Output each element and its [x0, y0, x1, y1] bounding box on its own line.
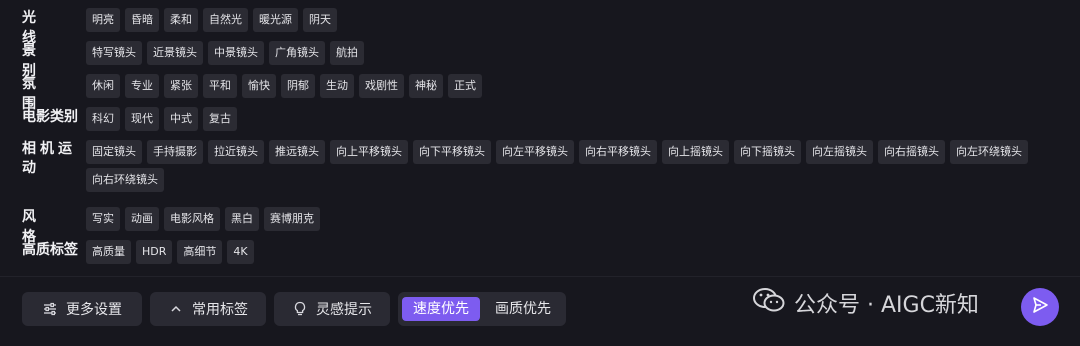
chip-casual[interactable]: 休闲 [86, 74, 120, 98]
chip-dramatic[interactable]: 戏剧性 [359, 74, 404, 98]
generation-mode-toggle: 速度优先 画质优先 [398, 292, 566, 326]
chip-zoom-in[interactable]: 拉近镜头 [208, 140, 264, 164]
lightbulb-icon [292, 301, 308, 317]
send-icon [1031, 296, 1049, 318]
chip-group-lighting: 明亮 昏暗 柔和 自然光 暖光源 阴天 [86, 8, 1056, 32]
chip-joyful[interactable]: 愉快 [242, 74, 276, 98]
chip-chinese-style[interactable]: 中式 [164, 107, 198, 131]
chip-high-detail[interactable]: 高细节 [177, 240, 223, 264]
chevron-up-icon [168, 301, 184, 317]
divider [0, 276, 1080, 277]
row-label-film-genre: 电影类别 [22, 109, 78, 125]
chip-fixed-shot[interactable]: 固定镜头 [86, 140, 142, 164]
chip-wide-angle[interactable]: 广角镜头 [269, 41, 325, 65]
chip-near-shot[interactable]: 近景镜头 [147, 41, 203, 65]
chip-overcast[interactable]: 阴天 [303, 8, 337, 32]
chip-retro[interactable]: 复古 [203, 107, 237, 131]
chip-swing-right[interactable]: 向右摇镜头 [878, 140, 945, 164]
chip-swing-left[interactable]: 向左摇镜头 [806, 140, 873, 164]
chip-animation[interactable]: 动画 [125, 207, 159, 231]
row-film-genre: 电影类别 科幻 现代 中式 复古 [22, 107, 1056, 131]
chip-cyberpunk[interactable]: 赛博朋克 [264, 207, 320, 231]
row-camera-motion: 相机运动 固定镜头 手持摄影 拉近镜头 推远镜头 向上平移镜头 向下平移镜头 向… [22, 140, 1046, 192]
chip-hdr[interactable]: HDR [136, 240, 173, 264]
chip-soft[interactable]: 柔和 [164, 8, 198, 32]
prompt-options-panel: 光 线 明亮 昏暗 柔和 自然光 暖光源 阴天 景 别 特写镜头 近景镜头 中景… [0, 0, 1080, 346]
watermark: 公众号 · AIGC新知 [752, 286, 979, 320]
inspiration-label: 灵感提示 [316, 302, 372, 318]
common-tags-label: 常用标签 [192, 302, 248, 318]
watermark-text: 公众号 · AIGC新知 [794, 293, 979, 318]
chip-scifi[interactable]: 科幻 [86, 107, 120, 131]
send-button[interactable] [1021, 288, 1059, 326]
chip-pan-down[interactable]: 向下平移镜头 [413, 140, 491, 164]
chip-group-style: 写实 动画 电影风格 黑白 赛博朋克 [86, 207, 1056, 231]
speed-first-option[interactable]: 速度优先 [402, 297, 480, 321]
chip-natural-light[interactable]: 自然光 [203, 8, 248, 32]
chip-orbit-left[interactable]: 向左环绕镜头 [950, 140, 1028, 164]
chip-mysterious[interactable]: 神秘 [409, 74, 443, 98]
more-settings-button[interactable]: 更多设置 [22, 292, 142, 326]
chip-tense[interactable]: 紧张 [164, 74, 198, 98]
chip-warm-light[interactable]: 暖光源 [253, 8, 298, 32]
row-label-quality-tags: 高质标签 [22, 242, 78, 258]
chip-pan-up[interactable]: 向上平移镜头 [330, 140, 408, 164]
bottom-toolbar: 更多设置 常用标签 灵感提示 速度优先 画质优先 [22, 292, 566, 326]
chip-black-white[interactable]: 黑白 [225, 207, 259, 231]
wechat-icon [752, 286, 786, 320]
common-tags-button[interactable]: 常用标签 [150, 292, 266, 326]
more-settings-label: 更多设置 [66, 302, 122, 318]
chip-dim[interactable]: 昏暗 [125, 8, 159, 32]
chip-professional[interactable]: 专业 [125, 74, 159, 98]
chip-group-shot-size: 特写镜头 近景镜头 中景镜头 广角镜头 航拍 [86, 41, 1056, 65]
chip-bright[interactable]: 明亮 [86, 8, 120, 32]
chip-closeup[interactable]: 特写镜头 [86, 41, 142, 65]
chip-orbit-right[interactable]: 向右环绕镜头 [86, 168, 164, 192]
chip-tilt-up[interactable]: 向上摇镜头 [662, 140, 729, 164]
chip-group-film-genre: 科幻 现代 中式 复古 [86, 107, 1056, 131]
chip-group-atmosphere: 休闲 专业 紧张 平和 愉快 阴郁 生动 戏剧性 神秘 正式 [86, 74, 1056, 98]
chip-4k[interactable]: 4K [227, 240, 254, 264]
chip-modern[interactable]: 现代 [125, 107, 159, 131]
chip-pan-right[interactable]: 向右平移镜头 [579, 140, 657, 164]
chip-handheld[interactable]: 手持摄影 [147, 140, 203, 164]
chip-vivid[interactable]: 生动 [320, 74, 354, 98]
chip-formal[interactable]: 正式 [448, 74, 482, 98]
row-label-camera-motion: 相机运动 [22, 141, 76, 176]
chip-group-camera-motion: 固定镜头 手持摄影 拉近镜头 推远镜头 向上平移镜头 向下平移镜头 向左平移镜头… [86, 140, 1046, 192]
chip-tilt-down[interactable]: 向下摇镜头 [734, 140, 801, 164]
chip-group-quality-tags: 高质量 HDR 高细节 4K [86, 240, 1056, 264]
inspiration-button[interactable]: 灵感提示 [274, 292, 390, 326]
chip-realistic[interactable]: 写实 [86, 207, 120, 231]
chip-medium-shot[interactable]: 中景镜头 [208, 41, 264, 65]
chip-pan-left[interactable]: 向左平移镜头 [496, 140, 574, 164]
sliders-icon [42, 301, 58, 317]
chip-cinematic[interactable]: 电影风格 [164, 207, 220, 231]
chip-high-quality[interactable]: 高质量 [86, 240, 131, 264]
chip-calm[interactable]: 平和 [203, 74, 237, 98]
chip-zoom-out[interactable]: 推远镜头 [269, 140, 325, 164]
quality-first-option[interactable]: 画质优先 [484, 297, 562, 321]
row-quality-tags: 高质标签 高质量 HDR 高细节 4K [22, 240, 1056, 264]
chip-gloomy[interactable]: 阴郁 [281, 74, 315, 98]
chip-aerial[interactable]: 航拍 [330, 41, 364, 65]
